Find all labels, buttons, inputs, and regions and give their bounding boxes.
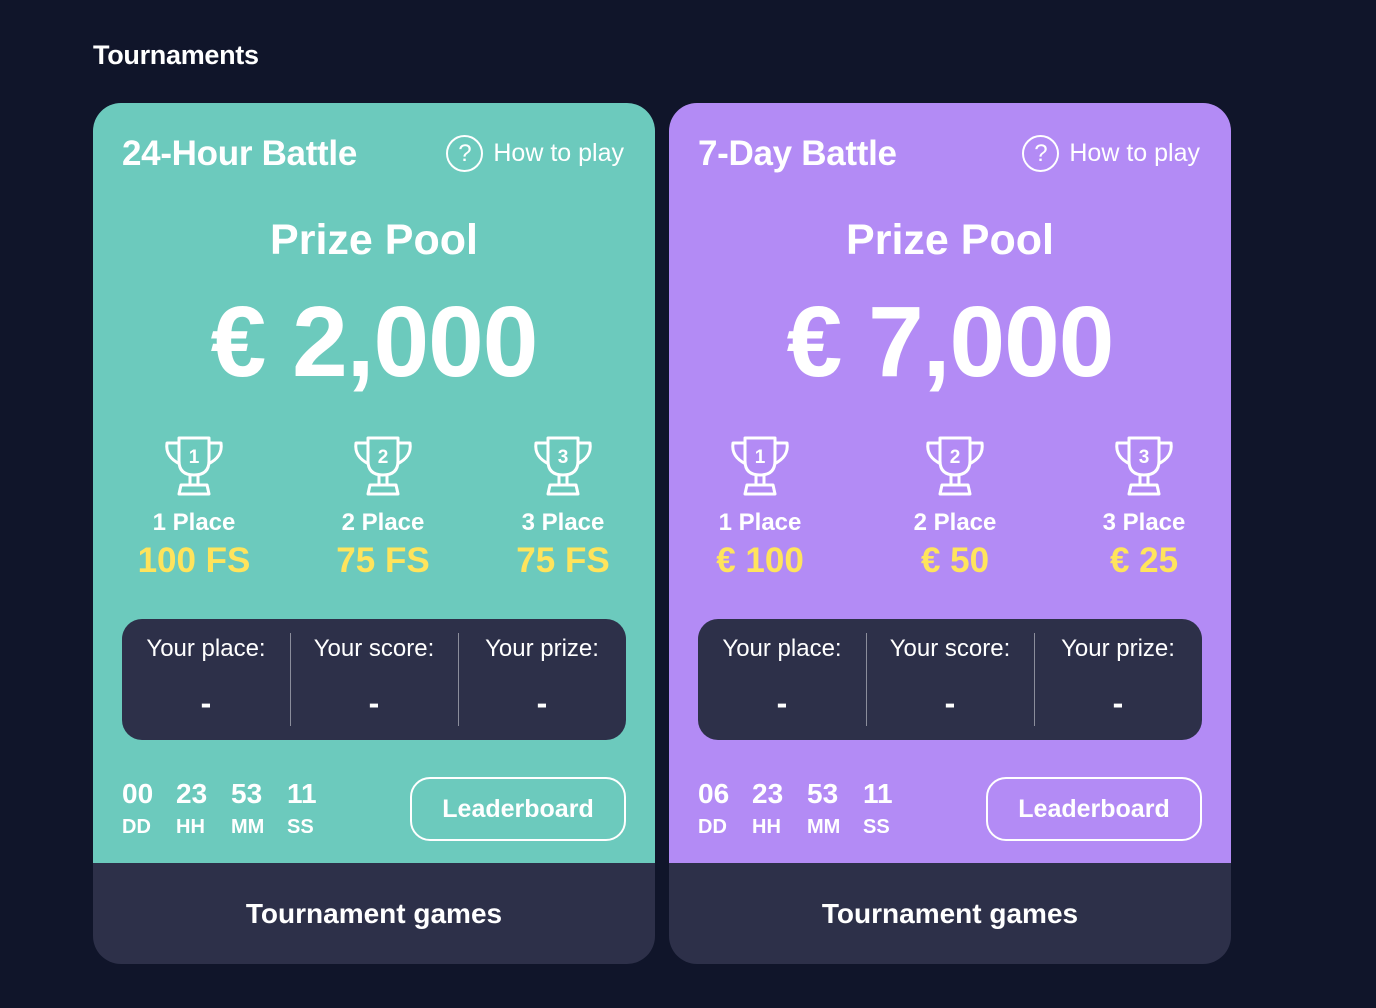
- stat-label: Your prize:: [1061, 635, 1175, 662]
- card-header-panel: 7-Day Battle ? How to play Prize Pool € …: [669, 103, 1231, 863]
- trophy-icon: 1: [165, 436, 223, 496]
- trophy-rank: 2: [950, 447, 961, 468]
- place-1: 1 1 Place 100 FS: [94, 433, 294, 581]
- countdown-value: 53: [807, 778, 839, 809]
- stat-value: -: [944, 685, 956, 721]
- countdown-unit: SS: [287, 816, 314, 838]
- page-title: Tournaments: [93, 40, 259, 70]
- how-to-play-link[interactable]: ? How to play: [446, 135, 624, 172]
- countdown-unit: HH: [176, 816, 205, 838]
- place-prize: € 100: [716, 541, 804, 580]
- place-prize: € 50: [920, 541, 990, 580]
- countdown-seconds: 11 SS: [863, 778, 913, 839]
- trophy-icon: 3: [534, 436, 592, 496]
- trophy-icon: 2: [354, 436, 412, 496]
- stat-your-place: Your place: -: [698, 619, 866, 740]
- countdown-value: 00: [122, 778, 154, 809]
- countdown-hours: 23 HH: [752, 778, 802, 839]
- stat-label: Your place:: [722, 635, 842, 662]
- countdown-value: 23: [752, 778, 784, 809]
- leaderboard-button[interactable]: Leaderboard: [410, 777, 626, 841]
- countdown-unit: MM: [231, 816, 265, 838]
- help-icon: ?: [446, 135, 484, 172]
- stat-label: Your prize:: [485, 635, 599, 662]
- countdown-days: 06 DD: [698, 778, 748, 839]
- stat-label: Your place:: [146, 635, 266, 662]
- countdown-seconds: 11 SS: [287, 778, 337, 839]
- trophy-rank: 2: [378, 447, 389, 468]
- countdown-value: 23: [176, 778, 208, 809]
- place-label: 1 Place: [152, 509, 236, 536]
- trophy-rank: 1: [189, 447, 200, 468]
- countdown-hours: 23 HH: [176, 778, 226, 839]
- tournament-games-button[interactable]: Tournament games: [669, 863, 1231, 964]
- prize-pool-label: Prize Pool: [270, 216, 478, 264]
- trophy-rank: 3: [1139, 447, 1150, 468]
- place-3: 3 3 Place € 25: [1044, 433, 1231, 581]
- how-to-play-label: How to play: [493, 139, 624, 167]
- countdown-minutes: 53 MM: [231, 778, 281, 839]
- help-icon: ?: [1022, 135, 1060, 172]
- tournament-card-24h: 24-Hour Battle ? How to play Prize Pool …: [93, 103, 655, 964]
- countdown-unit: DD: [698, 816, 727, 838]
- user-stats-panel: Your place: - Your score: - Your prize: …: [122, 619, 626, 740]
- place-label: 2 Place: [913, 509, 997, 536]
- tournament-card-7d: 7-Day Battle ? How to play Prize Pool € …: [669, 103, 1231, 964]
- how-to-play-label: How to play: [1069, 139, 1200, 167]
- place-1: 1 1 Place € 100: [669, 433, 860, 581]
- stat-value: -: [368, 685, 380, 721]
- trophy-rank: 1: [755, 447, 766, 468]
- countdown-unit: HH: [752, 816, 781, 838]
- stat-label: Your score:: [889, 635, 1011, 662]
- countdown-unit: SS: [863, 816, 890, 838]
- prize-pool-amount: € 2,000: [210, 286, 539, 398]
- countdown-minutes: 53 MM: [807, 778, 857, 839]
- places-row: 1 1 Place € 100 2 2 Place € 50 3 3 Place…: [669, 433, 1231, 583]
- tournament-games-button[interactable]: Tournament games: [93, 863, 655, 964]
- place-label: 3 Place: [1102, 509, 1186, 536]
- countdown-value: 06: [698, 778, 730, 809]
- leaderboard-button[interactable]: Leaderboard: [986, 777, 1202, 841]
- trophy-icon: 2: [926, 436, 984, 496]
- how-to-play-link[interactable]: ? How to play: [1022, 135, 1200, 172]
- trophy-icon: 3: [1115, 436, 1173, 496]
- place-2: 2 2 Place € 50: [855, 433, 1055, 581]
- place-label: 2 Place: [341, 509, 425, 536]
- place-3: 3 3 Place 75 FS: [463, 433, 655, 581]
- countdown-unit: DD: [122, 816, 151, 838]
- card-header-panel: 24-Hour Battle ? How to play Prize Pool …: [93, 103, 655, 863]
- stat-label: Your score:: [313, 635, 435, 662]
- user-stats-panel: Your place: - Your score: - Your prize: …: [698, 619, 1202, 740]
- prize-pool-label: Prize Pool: [846, 216, 1054, 264]
- countdown-unit: MM: [807, 816, 841, 838]
- stat-your-prize: Your prize: -: [1034, 619, 1202, 740]
- countdown-value: 11: [287, 778, 317, 809]
- countdown-value: 11: [863, 778, 893, 809]
- place-label: 3 Place: [521, 509, 605, 536]
- place-prize: 75 FS: [516, 541, 610, 580]
- place-prize: 75 FS: [336, 541, 430, 580]
- card-title: 24-Hour Battle: [122, 134, 358, 173]
- countdown-days: 00 DD: [122, 778, 172, 839]
- place-prize: 100 FS: [137, 541, 251, 580]
- trophy-rank: 3: [558, 447, 569, 468]
- card-title: 7-Day Battle: [698, 134, 897, 173]
- place-prize: € 25: [1109, 541, 1179, 580]
- stat-your-score: Your score: -: [866, 619, 1034, 740]
- stat-value: -: [200, 685, 212, 721]
- place-2: 2 2 Place 75 FS: [283, 433, 483, 581]
- places-row: 1 1 Place 100 FS 2 2 Place 75 FS 3 3 Pla…: [93, 433, 655, 583]
- stat-your-prize: Your prize: -: [458, 619, 626, 740]
- stat-value: -: [536, 685, 548, 721]
- stat-value: -: [1112, 685, 1124, 721]
- stat-your-place: Your place: -: [122, 619, 290, 740]
- stat-your-score: Your score: -: [290, 619, 458, 740]
- prize-pool-amount: € 7,000: [786, 286, 1115, 398]
- trophy-icon: 1: [731, 436, 789, 496]
- countdown-value: 53: [231, 778, 263, 809]
- stat-value: -: [776, 685, 788, 721]
- place-label: 1 Place: [718, 509, 802, 536]
